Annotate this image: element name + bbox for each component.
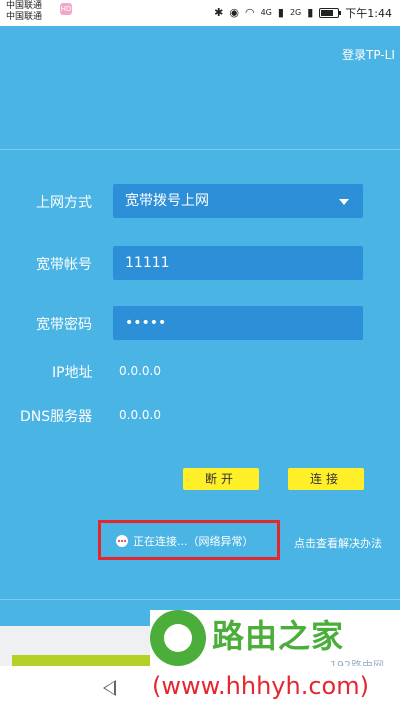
signal-bars-icon: ▮ xyxy=(277,6,284,19)
status-bar: 中国联通 中国联通 HD ✱ ◉ ◠ 4G ▮ 2G ▮ 下午1:44 xyxy=(0,0,400,26)
account-input[interactable]: 11111 xyxy=(113,246,363,280)
dns-value: 0.0.0.0 xyxy=(119,408,161,422)
signal-2g-label: 2G xyxy=(289,8,302,17)
dns-label: DNS服务器 xyxy=(20,409,93,425)
bluetooth-icon: ✱ xyxy=(214,6,224,19)
mode-value: 宽带拨号上网 xyxy=(125,193,209,209)
mode-select[interactable]: 宽带拨号上网 xyxy=(113,184,363,218)
battery-fill xyxy=(321,10,334,16)
mode-label: 上网方式 xyxy=(36,195,92,211)
carrier-1: 中国联通 xyxy=(6,1,43,11)
account-label: 宽带帐号 xyxy=(36,257,92,273)
signal-4g-label: 4G xyxy=(260,8,272,17)
wifi-icon: ◠ xyxy=(244,6,255,19)
hd-badge-icon: HD xyxy=(60,3,72,15)
more-dots-icon xyxy=(116,535,128,547)
watermark-logo-icon xyxy=(150,610,206,666)
carrier-info: 中国联通 中国联通 xyxy=(6,1,42,23)
battery-icon xyxy=(319,8,342,18)
router-panel: 登录TP-LI 上网方式 宽带拨号上网 宽带帐号 11111 宽带密码 ••••… xyxy=(0,26,400,626)
clock: 下午1:44 xyxy=(345,7,392,20)
divider-bottom xyxy=(0,599,400,600)
connection-status-text: 正在连接...（网络异常） xyxy=(133,535,254,548)
watermark-title: 路由之家 xyxy=(212,617,345,655)
divider xyxy=(0,149,400,150)
connection-status-box: 正在连接...（网络异常） xyxy=(98,520,280,560)
ip-value: 0.0.0.0 xyxy=(119,364,161,378)
chevron-down-icon xyxy=(339,199,349,205)
help-link[interactable]: 点击查看解决办法 xyxy=(294,535,382,551)
status-icons: ✱ ◉ ◠ 4G ▮ 2G ▮ 下午1:44 xyxy=(214,5,392,21)
ip-label: IP地址 xyxy=(52,365,93,381)
back-icon[interactable] xyxy=(103,680,116,696)
watermark-url: (www.hhhyh.com) xyxy=(152,672,369,700)
disconnect-button[interactable]: 断开 xyxy=(183,468,259,490)
carrier-2: 中国联通 xyxy=(6,12,43,22)
login-link[interactable]: 登录TP-LI xyxy=(342,46,395,63)
signal-bars-icon-2: ▮ xyxy=(307,6,314,19)
eye-icon: ◉ xyxy=(229,6,239,19)
password-label: 宽带密码 xyxy=(36,317,92,333)
connect-button[interactable]: 连接 xyxy=(288,468,364,490)
password-input[interactable]: ••••• xyxy=(113,306,363,340)
